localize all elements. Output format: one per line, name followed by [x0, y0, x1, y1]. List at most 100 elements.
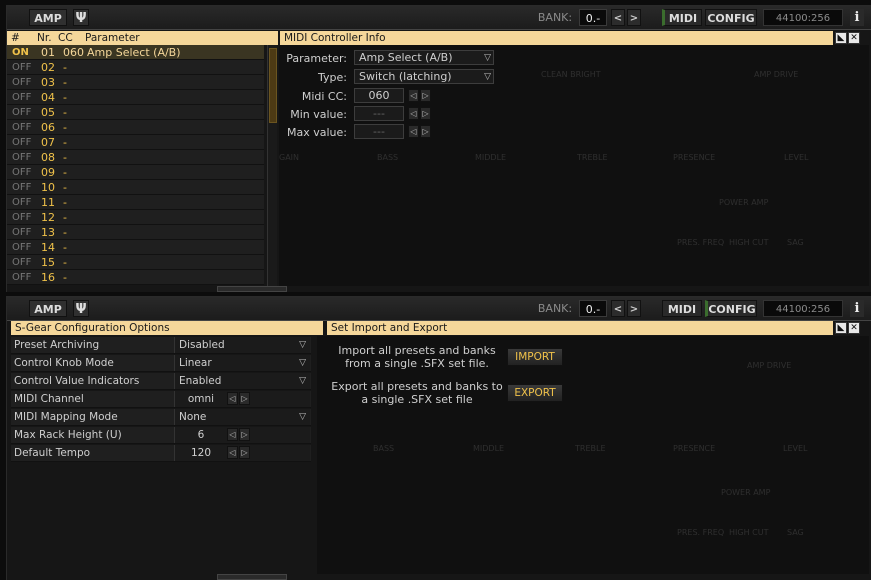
resize-handle[interactable] [217, 574, 287, 580]
midi-list-row[interactable]: OFF 06- [7, 120, 264, 135]
row-cc: - [63, 91, 67, 104]
midi-list-scrollbar[interactable] [267, 45, 277, 286]
toolbar: AMP Ψ BANK: 0.- < > MIDI CONFIG 44100:25… [7, 5, 871, 30]
midi-list-row[interactable]: OFF 13- [7, 225, 264, 240]
max-decrement-button[interactable]: ◁ [408, 125, 419, 138]
bank-next-button[interactable]: > [627, 300, 641, 317]
row-state: OFF [12, 107, 32, 118]
faint-bass: BASS [373, 444, 395, 453]
midi-list-row[interactable]: OFF 03- [7, 75, 264, 90]
row-state: OFF [12, 197, 32, 208]
midi-list-header: # Nr. CC Parameter [7, 31, 278, 45]
midi-cc-field[interactable]: 060 [354, 88, 404, 103]
import-description: Import all presets and banks from a sing… [337, 344, 497, 370]
min-increment-button[interactable]: ▷ [420, 107, 431, 120]
max-increment-button[interactable]: ▷ [420, 125, 431, 138]
config-select[interactable]: Linear ▽ [174, 355, 310, 371]
export-button[interactable]: EXPORT [507, 384, 563, 402]
midi-list-row[interactable]: OFF 04- [7, 90, 264, 105]
row-cc: 060 [63, 46, 84, 59]
config-number-field[interactable]: 6 ◁ ▷ [174, 427, 310, 443]
midi-list-row[interactable]: OFF 14- [7, 240, 264, 255]
decrement-button[interactable]: ◁ [227, 392, 238, 405]
cc-increment-button[interactable]: ▷ [420, 89, 431, 102]
midi-list-row[interactable]: OFF 02- [7, 60, 264, 75]
row-cc: - [63, 256, 67, 269]
import-button[interactable]: IMPORT [507, 348, 563, 366]
faint-middle: MIDDLE [473, 444, 505, 453]
type-select[interactable]: Switch (latching) ▽ [354, 69, 494, 84]
row-number: 07 [41, 136, 55, 149]
config-button[interactable]: CONFIG [705, 9, 757, 26]
amp-button[interactable]: AMP [29, 9, 67, 26]
config-pane: AMP Ψ BANK: 0.- < > MIDI CONFIG 44100:25… [6, 296, 871, 580]
midi-list-row[interactable]: OFF 11- [7, 195, 264, 210]
config-select[interactable]: None ▽ [174, 409, 310, 425]
cc-decrement-button[interactable]: ◁ [408, 89, 419, 102]
close-icon[interactable]: ✕ [848, 322, 860, 334]
bank-value[interactable]: 0.- [579, 9, 607, 26]
bank-prev-button[interactable]: < [611, 300, 625, 317]
row-cc: - [63, 181, 67, 194]
parameter-label: Parameter: [286, 52, 347, 65]
increment-button[interactable]: ▷ [239, 446, 250, 459]
row-cc: - [63, 241, 67, 254]
plugin-icon[interactable]: Ψ [73, 300, 89, 317]
row-number: 05 [41, 106, 55, 119]
midi-list-row[interactable]: OFF 12- [7, 210, 264, 225]
config-number-field[interactable]: 120 ◁ ▷ [174, 445, 310, 461]
midi-list-row[interactable]: OFF 08- [7, 150, 264, 165]
midi-button[interactable]: MIDI [662, 9, 702, 26]
row-state: OFF [12, 257, 32, 268]
faint-amp-drive: AMP DRIVE [754, 70, 799, 79]
config-button[interactable]: CONFIG [705, 300, 757, 317]
plugin-icon[interactable]: Ψ [73, 9, 89, 26]
increment-button[interactable]: ▷ [239, 392, 250, 405]
config-value: 120 [190, 447, 212, 459]
faint-treble: TREBLE [575, 444, 606, 453]
bank-value[interactable]: 0.- [579, 300, 607, 317]
midi-cc-label: Midi CC: [301, 90, 347, 103]
increment-button[interactable]: ▷ [239, 428, 250, 441]
min-value-field[interactable]: --- [354, 106, 404, 121]
bank-next-button[interactable]: > [627, 9, 641, 26]
midi-list-row[interactable]: OFF 15- [7, 255, 264, 270]
parameter-select[interactable]: Amp Select (A/B) ▽ [354, 50, 494, 65]
dropdown-icon: ▽ [484, 72, 491, 82]
midi-list-row[interactable]: OFF 10- [7, 180, 264, 195]
resize-handle[interactable] [217, 286, 287, 292]
import-text-line-1: Import all presets and banks [338, 344, 496, 357]
midi-list-row[interactable]: OFF 07- [7, 135, 264, 150]
amp-button[interactable]: AMP [29, 300, 67, 317]
config-row: Control Knob Mode Linear ▽ [11, 355, 311, 372]
midi-list-row[interactable]: OFF 09- [7, 165, 264, 180]
max-value-field[interactable]: --- [354, 124, 404, 139]
detach-icon[interactable]: ◣ [835, 32, 847, 44]
close-icon[interactable]: ✕ [848, 32, 860, 44]
min-decrement-button[interactable]: ◁ [408, 107, 419, 120]
amp-background: AMP DRIVE BASS MIDDLE TREBLE PRESENCE LE… [317, 336, 869, 574]
info-icon[interactable]: i [850, 300, 864, 317]
faint-amp-drive: AMP DRIVE [747, 361, 792, 370]
row-number: 14 [41, 241, 55, 254]
midi-button[interactable]: MIDI [662, 300, 702, 317]
midi-list-row[interactable]: ON 01 060 Amp Select (A/B) [7, 45, 264, 60]
config-select[interactable]: Disabled ▽ [174, 337, 310, 353]
bank-prev-button[interactable]: < [611, 9, 625, 26]
config-key: MIDI Channel [14, 393, 84, 405]
row-number: 16 [41, 271, 55, 284]
decrement-button[interactable]: ◁ [227, 446, 238, 459]
row-cc: - [63, 211, 67, 224]
detach-icon[interactable]: ◣ [835, 322, 847, 334]
scroll-thumb[interactable] [269, 48, 277, 123]
midi-list-row[interactable]: OFF 16- [7, 270, 264, 285]
row-number: 06 [41, 121, 55, 134]
row-cc: - [63, 106, 67, 119]
dropdown-icon: ▽ [299, 376, 306, 386]
info-icon[interactable]: i [850, 9, 864, 26]
decrement-button[interactable]: ◁ [227, 428, 238, 441]
midi-list-row[interactable]: OFF 05- [7, 105, 264, 120]
config-select[interactable]: Enabled ▽ [174, 373, 310, 389]
row-state: OFF [12, 242, 32, 253]
config-number-field[interactable]: omni ◁ ▷ [174, 391, 310, 407]
